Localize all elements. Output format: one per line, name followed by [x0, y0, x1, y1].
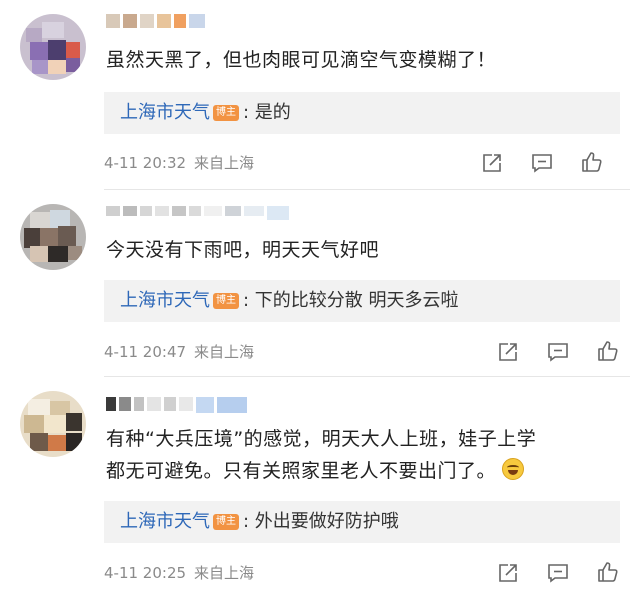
comment-icon[interactable]	[546, 340, 570, 364]
comment-time: 4-11 20:47	[104, 343, 187, 361]
comment-location: 来自上海	[194, 343, 255, 361]
avatar[interactable]	[20, 204, 86, 270]
avatar[interactable]	[20, 14, 86, 80]
comment-meta: 4-11 20:32 来自上海	[104, 153, 262, 173]
reply-text: : 外出要做好防护哦	[243, 511, 399, 532]
laughing-crying-emoji-icon	[502, 458, 525, 480]
reply-author[interactable]: 上海市天气	[120, 102, 210, 123]
username-blurred[interactable]	[106, 14, 208, 30]
comment-item: 虽然天黑了，但也肉眼可见滴空气变模糊了！ 上海市天气 博主: 是的 4-11 20…	[0, 0, 640, 190]
username-blurred[interactable]	[106, 397, 250, 413]
comment-time: 4-11 20:32	[104, 154, 187, 172]
comment-text-line: 有种“大兵压境”的感觉，明天大人上班，娃子上学	[106, 428, 537, 450]
like-icon[interactable]	[596, 339, 620, 363]
comment-meta: 4-11 20:47 来自上海	[104, 342, 262, 362]
share-icon[interactable]	[496, 340, 520, 364]
share-icon[interactable]	[480, 151, 504, 175]
avatar[interactable]	[20, 391, 86, 457]
comment-text: 今天没有下雨吧，明天天气好吧	[106, 239, 380, 261]
reply-box[interactable]: 上海市天气 博主: 外出要做好防护哦	[104, 501, 620, 543]
blogger-badge: 博主	[213, 105, 239, 121]
reply-text: : 下的比较分散 明天多云啦	[243, 290, 459, 311]
comment-location: 来自上海	[194, 564, 255, 582]
comment-text-line: 都无可避免。只有关照家里老人不要出门了。	[106, 455, 620, 487]
comment-text: 有种“大兵压境”的感觉，明天大人上班，娃子上学 都无可避免。只有关照家里老人不要…	[106, 423, 620, 487]
reply-text: : 是的	[243, 102, 291, 123]
like-icon[interactable]	[580, 150, 604, 174]
comment-location: 来自上海	[194, 154, 255, 172]
comment-meta: 4-11 20:25 来自上海	[104, 563, 262, 583]
comment-text: 虽然天黑了，但也肉眼可见滴空气变模糊了！	[106, 49, 497, 71]
share-icon[interactable]	[496, 561, 520, 585]
comment-icon[interactable]	[546, 561, 570, 585]
comment-icon[interactable]	[530, 151, 554, 175]
reply-box[interactable]: 上海市天气 博主: 是的	[104, 92, 620, 134]
reply-box[interactable]: 上海市天气 博主: 下的比较分散 明天多云啦	[104, 280, 620, 322]
comment-time: 4-11 20:25	[104, 564, 187, 582]
like-icon[interactable]	[596, 560, 620, 584]
reply-author[interactable]: 上海市天气	[120, 290, 210, 311]
comment-item: 今天没有下雨吧，明天天气好吧 上海市天气 博主: 下的比较分散 明天多云啦 4-1…	[0, 190, 640, 375]
comment-item: 有种“大兵压境”的感觉，明天大人上班，娃子上学 都无可避免。只有关照家里老人不要…	[0, 377, 640, 597]
comment-text-line2: 都无可避免。只有关照家里老人不要出门了。	[106, 460, 497, 482]
blogger-badge: 博主	[213, 514, 239, 530]
reply-author[interactable]: 上海市天气	[120, 511, 210, 532]
blogger-badge: 博主	[213, 293, 239, 309]
username-blurred[interactable]	[106, 206, 292, 222]
